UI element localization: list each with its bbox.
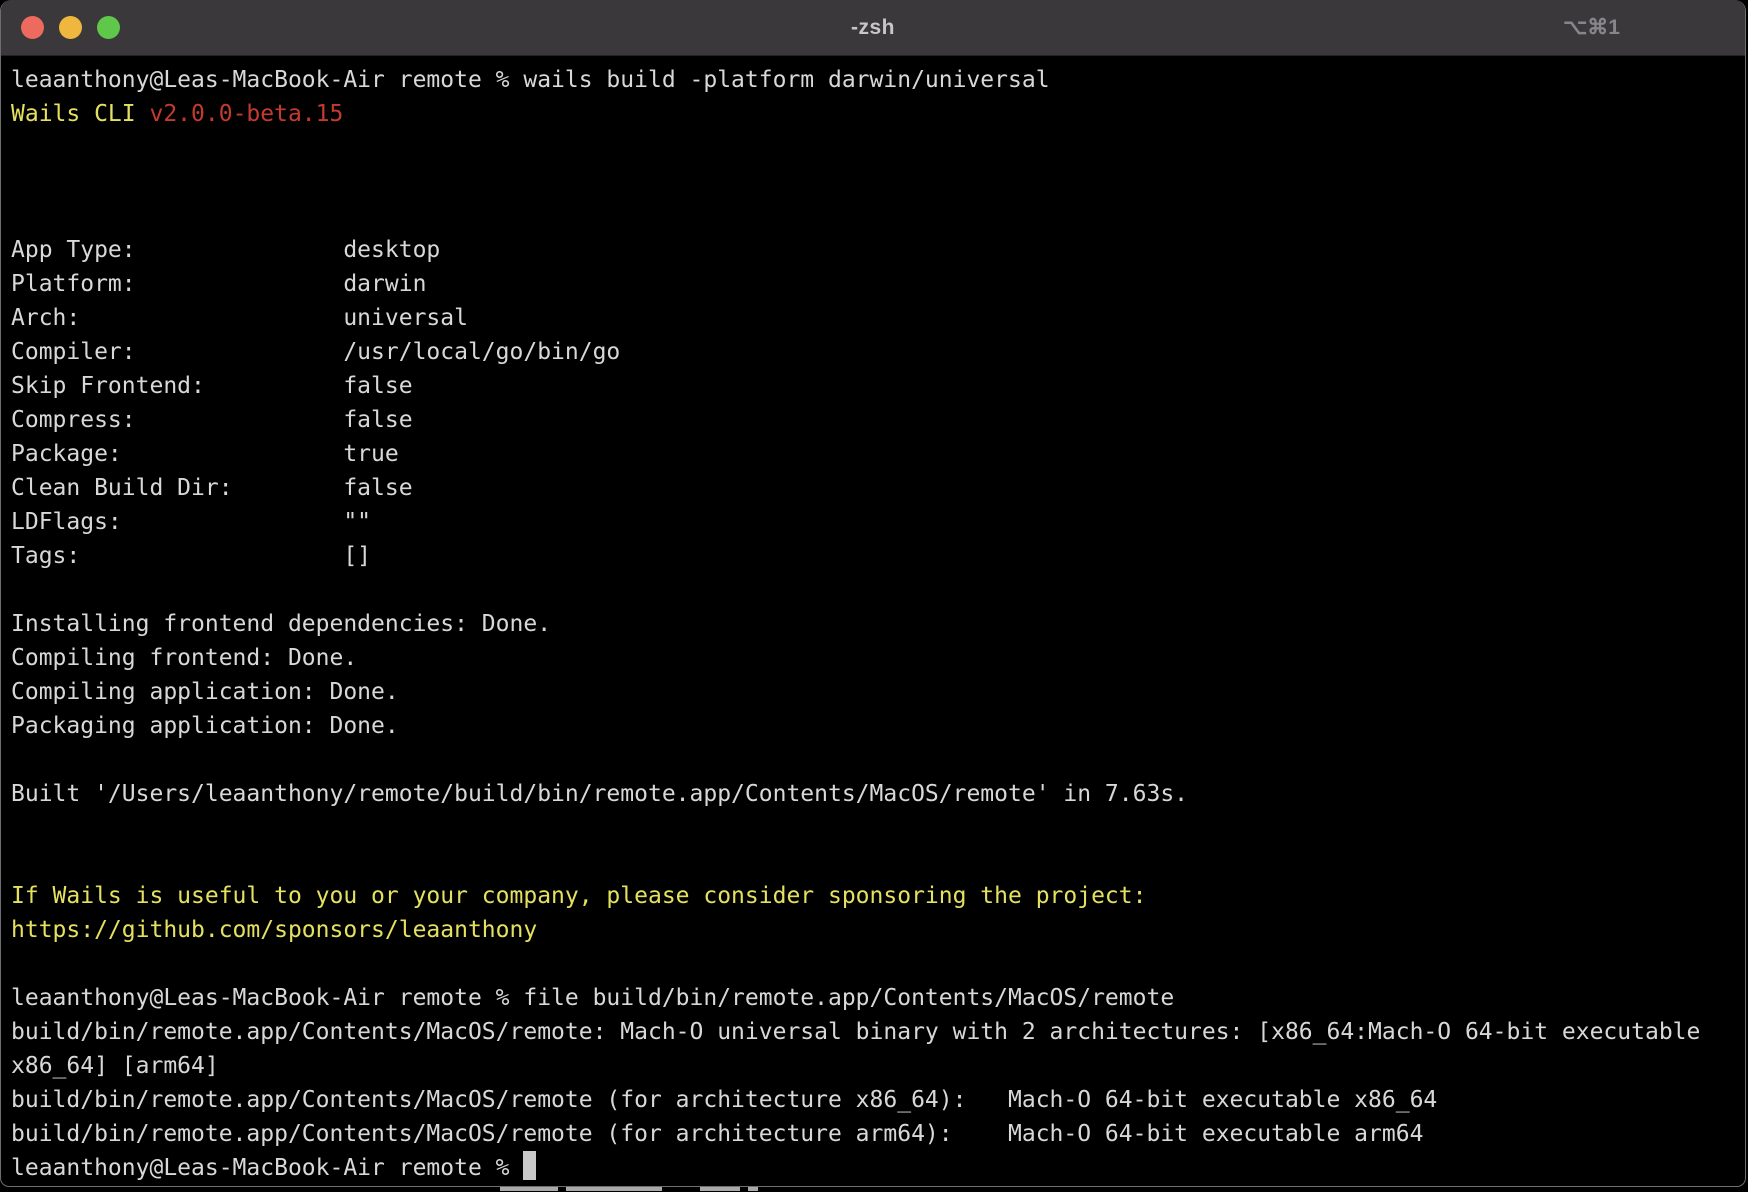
terminal-line: https://github.com/sponsors/leaanthony xyxy=(11,913,1745,947)
block-cursor xyxy=(523,1151,536,1180)
terminal-line: If Wails is useful to you or your compan… xyxy=(11,879,1745,913)
background-fragment xyxy=(748,1187,758,1191)
terminal-line: Installing frontend dependencies: Done. xyxy=(11,607,1745,641)
background-fragment xyxy=(566,1187,662,1191)
window-shortcut-badge: ⌥⌘1 xyxy=(1563,0,1620,55)
window-titlebar[interactable]: -zsh ⌥⌘1 xyxy=(1,0,1745,56)
terminal-line xyxy=(11,199,1745,233)
terminal-line: leaanthony@Leas-MacBook-Air remote % wai… xyxy=(11,63,1745,97)
terminal-line: Compiling frontend: Done. xyxy=(11,641,1745,675)
terminal-line: Skip Frontend: false xyxy=(11,369,1745,403)
terminal-line xyxy=(11,165,1745,199)
terminal-line: Tags: [] xyxy=(11,539,1745,573)
window-title: -zsh xyxy=(1,0,1745,55)
terminal-line: build/bin/remote.app/Contents/MacOS/remo… xyxy=(11,1083,1745,1117)
terminal-window: -zsh ⌥⌘1 leaanthony@Leas-MacBook-Air rem… xyxy=(0,0,1746,1187)
terminal-line: leaanthony@Leas-MacBook-Air remote % xyxy=(11,1151,1745,1185)
terminal-line xyxy=(11,811,1745,845)
terminal-line: Compiler: /usr/local/go/bin/go xyxy=(11,335,1745,369)
background-fragment xyxy=(500,1187,558,1191)
background-window-sliver xyxy=(0,1186,1748,1192)
terminal-line xyxy=(11,845,1745,879)
terminal-line: Compress: false xyxy=(11,403,1745,437)
terminal-output[interactable]: leaanthony@Leas-MacBook-Air remote % wai… xyxy=(1,55,1745,1186)
terminal-line: Package: true xyxy=(11,437,1745,471)
terminal-line: App Type: desktop xyxy=(11,233,1745,267)
terminal-line: x86_64] [arm64] xyxy=(11,1049,1745,1083)
terminal-line: Arch: universal xyxy=(11,301,1745,335)
terminal-line xyxy=(11,947,1745,981)
terminal-line: Platform: darwin xyxy=(11,267,1745,301)
terminal-line xyxy=(11,131,1745,165)
terminal-line xyxy=(11,573,1745,607)
terminal-line xyxy=(11,743,1745,777)
terminal-line: Compiling application: Done. xyxy=(11,675,1745,709)
terminal-line: leaanthony@Leas-MacBook-Air remote % fil… xyxy=(11,981,1745,1015)
terminal-line: build/bin/remote.app/Contents/MacOS/remo… xyxy=(11,1117,1745,1151)
terminal-line: Packaging application: Done. xyxy=(11,709,1745,743)
background-fragment xyxy=(700,1187,740,1191)
terminal-line: Wails CLI v2.0.0-beta.15 xyxy=(11,97,1745,131)
terminal-line: LDFlags: "" xyxy=(11,505,1745,539)
terminal-line: Built '/Users/leaanthony/remote/build/bi… xyxy=(11,777,1745,811)
terminal-line: build/bin/remote.app/Contents/MacOS/remo… xyxy=(11,1015,1745,1049)
terminal-line: Clean Build Dir: false xyxy=(11,471,1745,505)
